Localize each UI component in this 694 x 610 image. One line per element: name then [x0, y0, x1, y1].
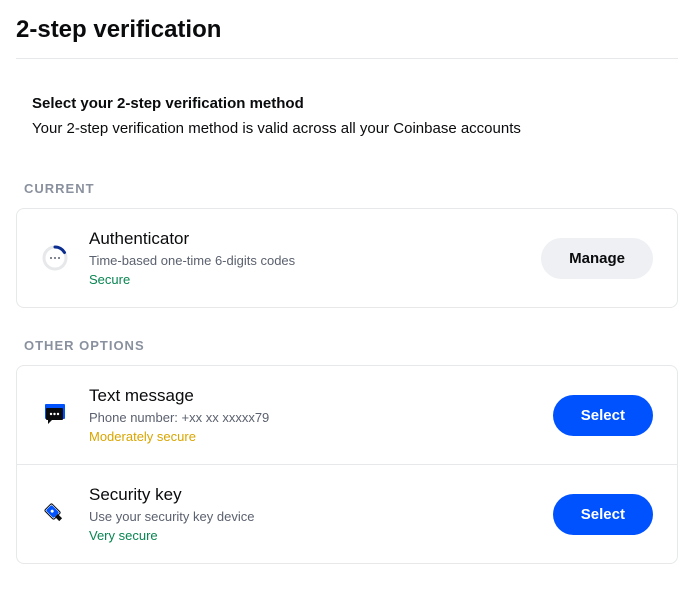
intro-heading: Select your 2-step verification method	[32, 95, 678, 112]
method-body: Text message Phone number: +xx xx xxxxx7…	[89, 386, 533, 444]
select-button[interactable]: Select	[553, 395, 653, 436]
method-security-key: Security key Use your security key devic…	[17, 464, 677, 563]
method-text-message: Text message Phone number: +xx xx xxxxx7…	[17, 366, 677, 464]
method-body: Security key Use your security key devic…	[89, 485, 533, 543]
method-body: Authenticator Time-based one-time 6-digi…	[89, 229, 521, 287]
method-title: Security key	[89, 485, 533, 505]
current-method-group: Authenticator Time-based one-time 6-digi…	[16, 208, 678, 308]
manage-button[interactable]: Manage	[541, 238, 653, 279]
method-authenticator: Authenticator Time-based one-time 6-digi…	[17, 209, 677, 307]
page-title: 2-step verification	[16, 16, 678, 44]
security-badge: Moderately secure	[89, 429, 533, 444]
method-desc: Phone number: +xx xx xxxxx79	[89, 410, 533, 425]
method-title: Authenticator	[89, 229, 521, 249]
method-desc: Time-based one-time 6-digits codes	[89, 253, 521, 268]
other-methods-group: Text message Phone number: +xx xx xxxxx7…	[16, 365, 678, 564]
method-title: Text message	[89, 386, 533, 406]
method-desc: Use your security key device	[89, 509, 533, 524]
section-label-current: CURRENT	[16, 181, 678, 196]
authenticator-icon	[41, 244, 69, 272]
security-badge: Secure	[89, 272, 521, 287]
security-badge: Very secure	[89, 528, 533, 543]
sms-icon	[41, 401, 69, 429]
section-label-other: OTHER OPTIONS	[16, 338, 678, 353]
select-button[interactable]: Select	[553, 494, 653, 535]
intro-block: Select your 2-step verification method Y…	[16, 95, 678, 137]
security-key-icon	[41, 500, 69, 528]
intro-sub: Your 2-step verification method is valid…	[32, 120, 678, 137]
divider	[16, 58, 678, 59]
